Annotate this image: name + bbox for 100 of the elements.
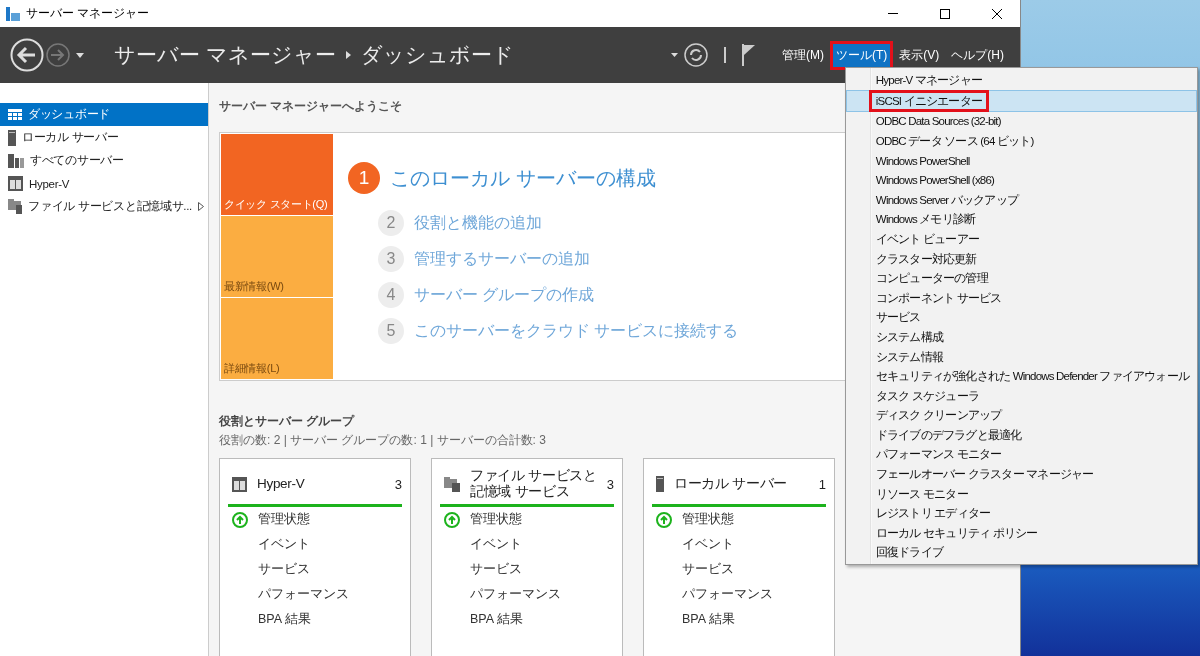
menu-item-label: コンピューターの管理 bbox=[874, 271, 990, 287]
window-title: サーバー マネージャー bbox=[26, 5, 150, 22]
step-number: 2 bbox=[378, 210, 404, 236]
menu-item[interactable]: ローカル セキュリティ ポリシー bbox=[845, 523, 1197, 543]
menu-item-label: レジストリ エディター bbox=[874, 506, 992, 522]
card-row-link[interactable]: 管理状態 bbox=[258, 511, 310, 528]
menu-item-label: ローカル セキュリティ ポリシー bbox=[874, 525, 1039, 541]
card-row-link[interactable]: イベント bbox=[258, 536, 310, 553]
menu-item[interactable]: ディスク クリーンアップ bbox=[845, 405, 1197, 426]
quick-start-tile[interactable]: 最新情報(W) bbox=[221, 216, 333, 297]
building-icon bbox=[8, 176, 23, 191]
card-row-link[interactable]: 管理状態 bbox=[682, 511, 734, 528]
card-row-link[interactable]: サービス bbox=[682, 561, 734, 578]
sidebar-item[interactable]: Hyper-V bbox=[0, 172, 208, 195]
card-row-link[interactable]: BPA 結果 bbox=[682, 611, 735, 628]
menu-bar-item[interactable]: ヘルプ(H) bbox=[945, 40, 1010, 70]
sidebar-item[interactable]: ローカル サーバー bbox=[0, 126, 208, 149]
menu-item[interactable]: システム構成 bbox=[845, 327, 1197, 347]
menu-item[interactable]: システム情報 bbox=[845, 346, 1197, 367]
back-button[interactable] bbox=[10, 38, 44, 72]
flag-icon[interactable] bbox=[742, 44, 756, 66]
summary-text: 役割の数: 2 | サーバー グループの数: 1 | サーバーの合計数: 3 bbox=[219, 432, 546, 449]
menu-item-label: パフォーマンス モニター bbox=[874, 447, 1003, 463]
close-icon[interactable] bbox=[992, 8, 1002, 19]
sidebar-item-label: すべてのサーバー bbox=[30, 153, 125, 168]
menu-item[interactable]: クラスター対応更新 bbox=[845, 248, 1197, 269]
menu-item-label: ODBC Data Sources (32-bit) bbox=[874, 114, 1002, 130]
menu-item-label: ODBC データ ソース (64 ビット) bbox=[874, 134, 1035, 149]
menu-item[interactable]: Windows Server バックアップ bbox=[845, 189, 1197, 210]
sidebar-item[interactable]: ダッシュボード bbox=[0, 103, 208, 126]
menu-item[interactable]: イベント ビューアー bbox=[845, 229, 1197, 249]
breadcrumb-arrow-icon bbox=[345, 51, 351, 59]
expand-arrow-icon[interactable] bbox=[198, 202, 204, 211]
menu-item[interactable]: コンピューターの管理 bbox=[845, 268, 1197, 288]
menu-item[interactable]: ODBC データ ソース (64 ビット) bbox=[845, 131, 1197, 151]
menu-item[interactable]: コンポーネント サービス bbox=[845, 287, 1197, 308]
menu-item[interactable]: セキュリティが強化された Windows Defender ファイアウォール bbox=[845, 366, 1197, 386]
menu-item[interactable]: パフォーマンス モニター bbox=[845, 444, 1197, 465]
app-icon bbox=[6, 6, 20, 21]
refresh-icon[interactable] bbox=[684, 43, 708, 67]
menu-item-label: Windows PowerShell (x86) bbox=[874, 173, 996, 189]
server-icon bbox=[656, 476, 664, 492]
card-count: 1 bbox=[818, 476, 826, 492]
menu-item-label: タスク スケジューラ bbox=[874, 388, 981, 404]
section-heading: 役割とサーバー グループ bbox=[219, 413, 355, 430]
menu-item[interactable]: レジストリ エディター bbox=[845, 503, 1197, 524]
menu-item-label: Windows Server バックアップ bbox=[874, 192, 1020, 208]
welcome-heading: サーバー マネージャーへようこそ bbox=[219, 98, 403, 115]
menu-item-label: システム構成 bbox=[874, 329, 945, 345]
menu-bar-item[interactable]: ツール(T) bbox=[830, 40, 894, 70]
menu-item[interactable]: Windows メモリ診断 bbox=[845, 209, 1197, 230]
menu-item[interactable]: サービス bbox=[845, 307, 1197, 328]
card-row-link[interactable]: パフォーマンス bbox=[682, 586, 773, 603]
menu-item-label: Windows PowerShell bbox=[874, 153, 971, 169]
menu-bar-item[interactable]: 管理(M) bbox=[776, 40, 830, 70]
menu-item-label: 回復ドライブ bbox=[874, 545, 945, 561]
card-count: 3 bbox=[394, 476, 402, 492]
card-row-link[interactable]: イベント bbox=[682, 536, 734, 553]
card-row-link[interactable]: パフォーマンス bbox=[258, 586, 349, 603]
card-row-link[interactable]: 管理状態 bbox=[470, 511, 522, 528]
sidebar-item-label: Hyper-V bbox=[29, 177, 71, 190]
menu-item[interactable]: ドライブのデフラグと最適化 bbox=[845, 425, 1197, 445]
card-title: ファイル サービスと記憶域 サービス bbox=[470, 467, 597, 501]
card-row-link[interactable]: BPA 結果 bbox=[470, 611, 523, 628]
menu-item-label: サービス bbox=[874, 310, 922, 326]
breadcrumb-item[interactable]: サーバー マネージャー bbox=[114, 41, 336, 69]
menu-item[interactable]: iSCSI イニシエーター bbox=[845, 89, 1197, 112]
sidebar-item[interactable]: ファイル サービスと記憶域サ... bbox=[0, 195, 208, 218]
card-row-link[interactable]: サービス bbox=[258, 561, 310, 578]
folder-icon bbox=[444, 476, 460, 492]
sidebar-item-label: ローカル サーバー bbox=[22, 130, 120, 145]
sidebar-item[interactable]: すべてのサーバー bbox=[0, 149, 208, 172]
dropdown-caret-icon[interactable] bbox=[671, 53, 678, 57]
menu-item[interactable]: タスク スケジューラ bbox=[845, 385, 1197, 406]
menu-item-label: セキュリティが強化された Windows Defender ファイアウォール bbox=[874, 369, 1191, 385]
card-row-link[interactable]: パフォーマンス bbox=[470, 586, 561, 603]
menu-item[interactable]: ODBC Data Sources (32-bit) bbox=[845, 111, 1197, 132]
card-count: 3 bbox=[606, 476, 614, 492]
role-card[interactable]: Hyper-V 3 管理状態 イベント サービス パフォーマンス BPA 結果 bbox=[219, 458, 411, 656]
menu-item[interactable]: Windows PowerShell (x86) bbox=[845, 170, 1197, 190]
menu-item[interactable]: Hyper-V マネージャー bbox=[845, 70, 1197, 90]
card-row-link[interactable]: サービス bbox=[470, 561, 522, 578]
quick-start-tile[interactable]: 詳細情報(L) bbox=[221, 298, 333, 379]
menu-item[interactable]: フェールオーバー クラスター マネージャー bbox=[845, 464, 1197, 484]
step-number: 4 bbox=[378, 282, 404, 308]
sidebar-item-label: ファイル サービスと記憶域サ... bbox=[28, 199, 192, 214]
menu-item[interactable]: 回復ドライブ bbox=[845, 542, 1197, 563]
role-card[interactable]: ローカル サーバー 1 管理状態 イベント サービス パフォーマンス BPA 結果 bbox=[643, 458, 835, 656]
card-row-link[interactable]: BPA 結果 bbox=[258, 611, 311, 628]
menu-bar-item[interactable]: 表示(V) bbox=[893, 40, 946, 70]
menu-item-label: システム情報 bbox=[874, 349, 945, 365]
step-number: 5 bbox=[378, 318, 404, 344]
menu-item[interactable]: リソース モニター bbox=[845, 483, 1197, 504]
menu-item[interactable]: Windows PowerShell bbox=[845, 150, 1197, 171]
maximize-icon[interactable] bbox=[940, 8, 950, 19]
menu-item-label: ドライブのデフラグと最適化 bbox=[874, 427, 1023, 443]
servers-icon bbox=[8, 153, 24, 168]
menu-item-label: イベント ビューアー bbox=[874, 231, 981, 247]
dropdown-caret-icon[interactable] bbox=[76, 52, 84, 58]
card-row-link[interactable]: イベント bbox=[470, 536, 522, 553]
